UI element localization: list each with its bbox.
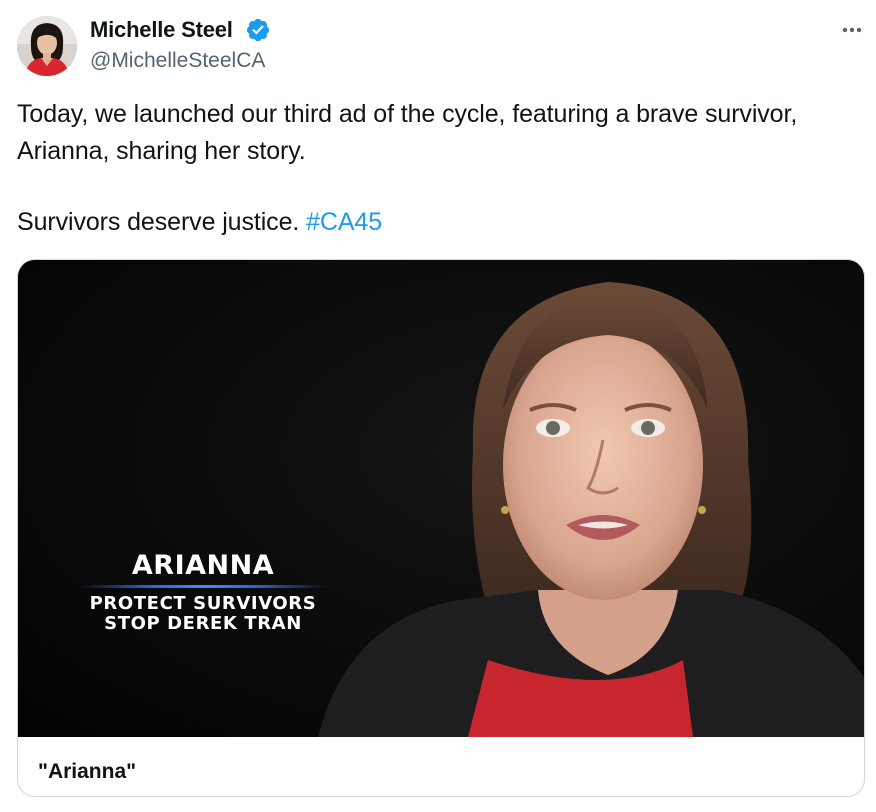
author-name[interactable]: Michelle Steel bbox=[90, 17, 233, 43]
overlay-name: ARIANNA bbox=[131, 550, 275, 581]
more-horizontal-icon[interactable] bbox=[836, 16, 868, 44]
author-handle[interactable]: @MichelleSteelCA bbox=[90, 49, 265, 73]
overlay-line: STOP DEREK TRAN bbox=[104, 613, 302, 634]
tweet-text-line: Survivors deserve justice. #CA45 bbox=[17, 204, 857, 241]
hashtag-link[interactable]: #CA45 bbox=[306, 208, 382, 236]
card-title[interactable]: "Arianna" bbox=[38, 760, 136, 784]
tweet[interactable]: Michelle Steel @MichelleSteelCA Today, w… bbox=[0, 0, 876, 812]
overlay-divider bbox=[78, 585, 328, 588]
avatar-image bbox=[17, 16, 77, 76]
overlay-line: PROTECT SURVIVORS bbox=[89, 593, 317, 614]
verified-badge-icon[interactable] bbox=[245, 17, 271, 43]
video-lower-third: ARIANNA PROTECT SURVIVORS STOP DEREK TRA… bbox=[78, 550, 328, 634]
tweet-text-line: Today, we launched our third ad of the c… bbox=[17, 100, 798, 165]
video-thumbnail[interactable]: ARIANNA PROTECT SURVIVORS STOP DEREK TRA… bbox=[18, 260, 864, 737]
tweet-text-segment: Survivors deserve justice. bbox=[17, 208, 300, 236]
video-frame-image bbox=[18, 260, 864, 737]
author-avatar[interactable] bbox=[17, 16, 77, 76]
video-card[interactable]: ARIANNA PROTECT SURVIVORS STOP DEREK TRA… bbox=[17, 259, 865, 797]
tweet-text: Today, we launched our third ad of the c… bbox=[17, 96, 857, 241]
